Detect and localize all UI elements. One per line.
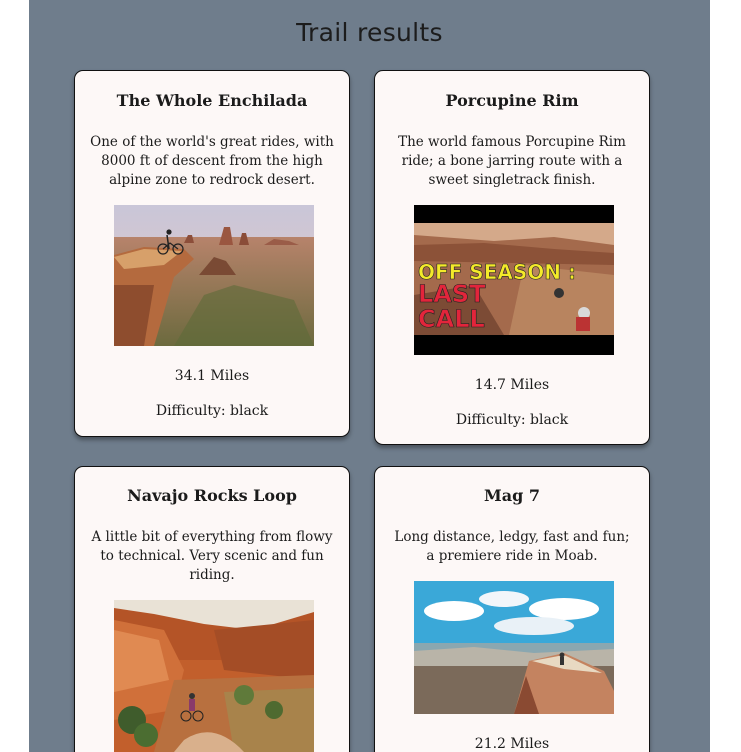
trail-card-porcupine-rim[interactable]: Porcupine Rim The world famous Porcupine…: [374, 70, 650, 445]
trail-image[interactable]: [114, 600, 314, 752]
trail-card-navajo-rocks-loop[interactable]: Navajo Rocks Loop A little bit of everyt…: [74, 466, 350, 752]
trail-image[interactable]: [114, 205, 314, 346]
video-title-line3: CALL: [418, 305, 485, 333]
trail-name: The Whole Enchilada: [116, 91, 308, 110]
trail-name: Navajo Rocks Loop: [127, 486, 297, 505]
trail-name: Mag 7: [484, 486, 540, 505]
trail-image[interactable]: [414, 581, 614, 714]
video-title-line2: LAST: [418, 280, 486, 308]
trail-distance: 34.1 Miles: [174, 368, 250, 384]
trail-card-whole-enchilada[interactable]: The Whole Enchilada One of the world's g…: [74, 70, 350, 437]
trail-name: Porcupine Rim: [445, 91, 579, 110]
trail-distance: 21.2 Miles: [474, 736, 550, 752]
trail-description: One of the world's great rides, with 800…: [90, 134, 334, 188]
trail-difficulty: Difficulty: black: [155, 403, 269, 419]
trail-results-page: Trail results The Whole Enchilada One of…: [29, 0, 710, 752]
trail-card-mag-7[interactable]: Mag 7 Long distance, ledgy, fast and fun…: [374, 466, 650, 752]
trail-description: The world famous Porcupine Rim ride; a b…: [398, 134, 626, 188]
trail-video-thumbnail[interactable]: OFF SEASON : LAST CALL: [414, 205, 614, 355]
trail-distance: 14.7 Miles: [474, 377, 550, 393]
trail-difficulty: Difficulty: black: [455, 412, 569, 428]
page-title: Trail results: [296, 18, 443, 47]
trail-description: Long distance, ledgy, fast and fun; a pr…: [394, 529, 630, 564]
trail-description: A little bit of everything from flowy to…: [91, 529, 333, 583]
